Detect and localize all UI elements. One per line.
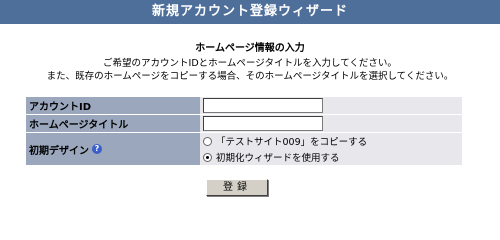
intro-line-1: ご希望のアカウントIDとホームページタイトルを入力してください。 [103,58,397,69]
homepage-title-input[interactable] [203,116,323,131]
design-option-copy[interactable]: 「テストサイト009」をコピーする [203,134,367,148]
account-id-row: アカウントID [26,97,462,115]
question-icon[interactable]: ? [92,144,102,154]
design-option-copy-label: 「テストサイト009」をコピーする [216,137,368,148]
design-radio-group: 「テストサイト009」をコピーする 初期化ウィザードを使用する [203,134,367,164]
initial-design-row: 初期デザイン ? 「テストサイト009」をコピーする 初期化ウィザードを使用する [26,133,462,166]
radio-init-wizard[interactable] [203,152,212,162]
design-option-wizard[interactable]: 初期化ウィザードを使用する [203,150,367,164]
initial-design-cell: 「テストサイト009」をコピーする 初期化ウィザードを使用する [200,133,462,165]
initial-design-label: 初期デザイン [29,145,89,157]
account-id-input[interactable] [203,98,323,113]
intro-heading: ホームページ情報の入力 [195,43,305,54]
account-id-label: アカウントID [26,97,200,114]
account-form: アカウントID ホームページタイトル 初期デザイン ? 「テストサイト009」を… [26,97,462,166]
register-button[interactable]: 登録 [206,179,268,196]
homepage-title-cell [200,115,462,132]
design-option-wizard-label: 初期化ウィザードを使用する [216,153,340,164]
account-id-cell [200,97,462,114]
initial-design-label-cell: 初期デザイン ? [26,133,200,165]
homepage-title-row: ホームページタイトル [26,115,462,133]
radio-copy-site[interactable] [203,136,212,146]
intro-section: ホームページ情報の入力 ご希望のアカウントIDとホームページタイトルを入力してく… [0,42,500,83]
homepage-title-label: ホームページタイトル [26,115,200,132]
intro-line-2: また、既存のホームページをコピーする場合、そのホームページタイトルを選択してくだ… [46,71,454,82]
window-title: 新規アカウント登録ウィザード [0,0,500,24]
